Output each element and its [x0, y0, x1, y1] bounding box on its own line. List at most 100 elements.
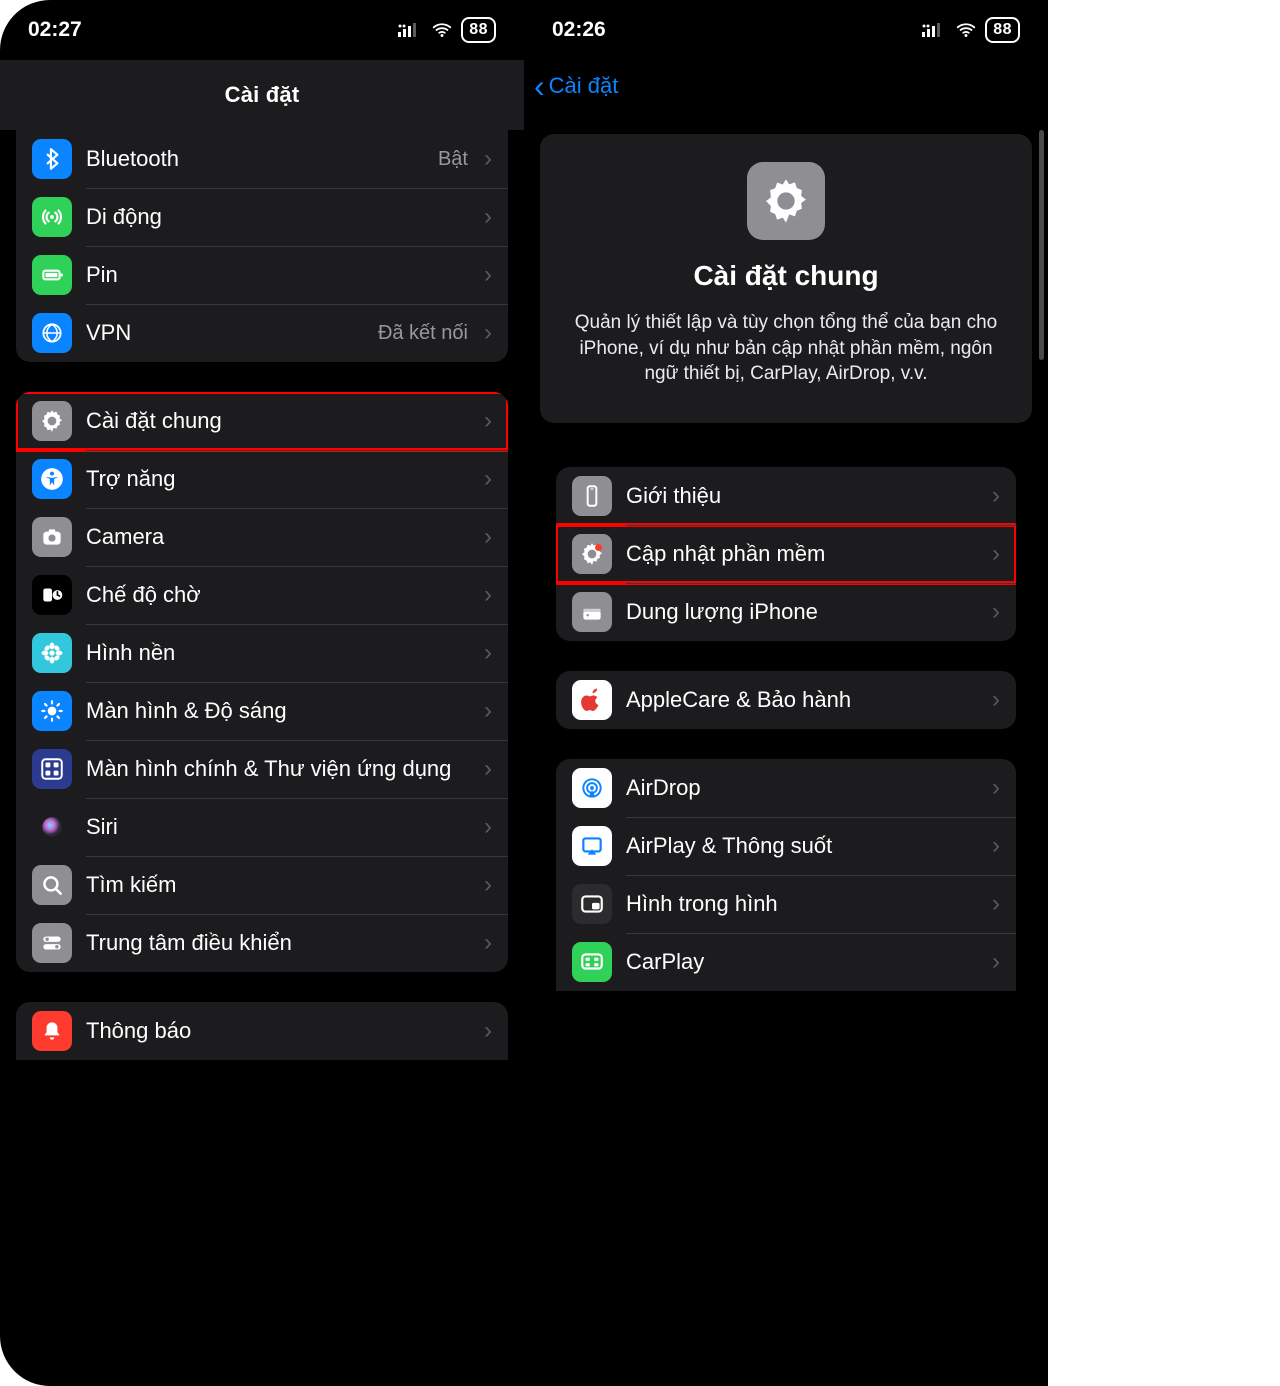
row-applecare[interactable]: AppleCare & Bảo hành›	[556, 671, 1016, 729]
row-label: Hình nền	[86, 640, 470, 666]
row-battery[interactable]: Pin›	[16, 246, 508, 304]
group-notifications: Thông báo›	[16, 1002, 508, 1060]
chevron-right-icon: ›	[484, 697, 492, 725]
siri-icon	[32, 807, 72, 847]
row-accessibility[interactable]: Trợ năng›	[16, 450, 508, 508]
hero-title: Cài đặt chung	[566, 260, 1006, 292]
row-label: Bluetooth	[86, 146, 424, 172]
globe-icon	[32, 313, 72, 353]
back-label: Cài đặt	[549, 73, 619, 99]
group-connectivity: BluetoothBật›Di động›Pin›VPNĐã kết nối›	[16, 130, 508, 362]
apple-icon	[572, 680, 612, 720]
airplay-icon	[572, 826, 612, 866]
phone-icon	[572, 476, 612, 516]
row-update[interactable]: Cập nhật phần mềm›	[556, 525, 1016, 583]
access-icon	[32, 459, 72, 499]
grid-icon	[32, 749, 72, 789]
row-camera[interactable]: Camera ›	[16, 508, 508, 566]
row-label: Hình trong hình	[626, 891, 978, 917]
row-label: Trung tâm điều khiển	[86, 930, 470, 956]
chevron-right-icon: ›	[484, 407, 492, 435]
row-label: Di động	[86, 204, 470, 230]
row-control[interactable]: Trung tâm điều khiển ›	[16, 914, 508, 972]
row-label: AirPlay & Thông suốt	[626, 833, 978, 859]
row-carplay[interactable]: CarPlay›	[556, 933, 1016, 991]
row-wallpaper[interactable]: Hình nền›	[16, 624, 508, 682]
wifi-icon	[955, 19, 977, 41]
gearbadge-icon	[572, 534, 612, 574]
chevron-right-icon: ›	[484, 145, 492, 173]
phone-settings-root: 02:27 88 Cài đặt BluetoothBật›Di động›Pi…	[0, 0, 524, 1386]
row-display[interactable]: Màn hình & Độ sáng ›	[16, 682, 508, 740]
row-siri[interactable]: Siri ›	[16, 798, 508, 856]
row-cellular[interactable]: Di động ›	[16, 188, 508, 246]
row-label: Cài đặt chung	[86, 408, 470, 434]
row-label: Trợ năng	[86, 466, 470, 492]
cam-icon	[32, 517, 72, 557]
status-bar: 02:26 88	[524, 0, 1048, 60]
chevron-right-icon: ›	[992, 832, 1000, 860]
row-search[interactable]: Tìm kiếm›	[16, 856, 508, 914]
row-label: Màn hình chính & Thư viện ứng dụng	[86, 756, 470, 782]
airdrop-icon	[572, 768, 612, 808]
row-storage[interactable]: Dung lượng iPhone ›	[556, 583, 1016, 641]
chevron-right-icon: ›	[484, 203, 492, 231]
row-label: Pin	[86, 262, 470, 288]
chevron-left-icon: ‹	[534, 70, 545, 102]
group-continuity: AirDrop›AirPlay & Thông suốt›Hình trong …	[556, 759, 1016, 991]
chevron-right-icon: ›	[484, 871, 492, 899]
chevron-right-icon: ›	[992, 774, 1000, 802]
row-label: Giới thiệu	[626, 483, 978, 509]
battery-pill: 88	[985, 17, 1020, 43]
flower-icon	[32, 633, 72, 673]
row-label: AppleCare & Bảo hành	[626, 687, 978, 713]
gear-icon	[32, 401, 72, 441]
status-time: 02:26	[552, 18, 606, 42]
row-standby[interactable]: Chế độ chờ›	[16, 566, 508, 624]
row-bluetooth[interactable]: BluetoothBật›	[16, 130, 508, 188]
search-icon	[32, 865, 72, 905]
scrollbar[interactable]	[1039, 130, 1044, 360]
row-home[interactable]: Màn hình chính & Thư viện ứng dụng›	[16, 740, 508, 798]
group-general: Cài đặt chung›Trợ năng›Camera›Chế độ chờ…	[16, 392, 508, 972]
switches-icon	[32, 923, 72, 963]
chevron-right-icon: ›	[992, 890, 1000, 918]
signal-icon	[397, 23, 423, 38]
antenna-icon	[32, 197, 72, 237]
group-applecare: AppleCare & Bảo hành›	[556, 671, 1016, 729]
drive-icon	[572, 592, 612, 632]
row-pip[interactable]: Hình trong hình ›	[556, 875, 1016, 933]
row-label: Camera	[86, 524, 470, 550]
chevron-right-icon: ›	[484, 813, 492, 841]
battery-pill: 88	[461, 17, 496, 43]
row-label: AirDrop	[626, 775, 978, 801]
row-value: Đã kết nối	[378, 322, 468, 345]
row-airplay[interactable]: AirPlay & Thông suốt ›	[556, 817, 1016, 875]
bt-icon	[32, 139, 72, 179]
row-about[interactable]: Giới thiệu ›	[556, 467, 1016, 525]
chevron-right-icon: ›	[992, 540, 1000, 568]
hero-card: Cài đặt chung Quản lý thiết lập và tùy c…	[540, 134, 1032, 423]
row-general[interactable]: Cài đặt chung ›	[16, 392, 508, 450]
row-notifications[interactable]: Thông báo›	[16, 1002, 508, 1060]
standby-icon	[32, 575, 72, 615]
row-label: Màn hình & Độ sáng	[86, 698, 470, 724]
chevron-right-icon: ›	[484, 523, 492, 551]
chevron-right-icon: ›	[992, 598, 1000, 626]
back-button[interactable]: ‹ Cài đặt	[534, 70, 618, 102]
row-label: Dung lượng iPhone	[626, 599, 978, 625]
wifi-icon	[431, 19, 453, 41]
signal-icon	[921, 23, 947, 38]
row-vpn[interactable]: VPNĐã kết nối›	[16, 304, 508, 362]
status-bar: 02:27 88	[0, 0, 524, 60]
pip-icon	[572, 884, 612, 924]
chevron-right-icon: ›	[992, 482, 1000, 510]
chevron-right-icon: ›	[484, 581, 492, 609]
carplay-icon	[572, 942, 612, 982]
phone-general: 02:26 88 ‹ Cài đặt Cài đặt chung Quản lý…	[524, 0, 1048, 1386]
chevron-right-icon: ›	[484, 929, 492, 957]
row-label: CarPlay	[626, 949, 978, 975]
row-airdrop[interactable]: AirDrop ›	[556, 759, 1016, 817]
row-label: Siri	[86, 814, 470, 840]
chevron-right-icon: ›	[484, 1017, 492, 1045]
